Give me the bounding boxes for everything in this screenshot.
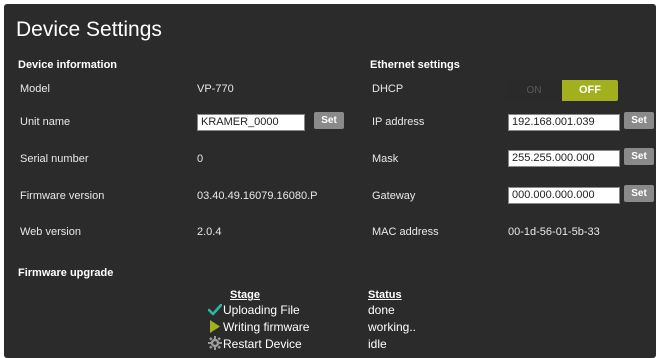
dhcp-toggle-off[interactable]: OFF <box>562 80 618 101</box>
status-column-header: Status <box>368 289 402 301</box>
mac-address-value: 00-1d-56-01-5b-33 <box>508 226 600 238</box>
mac-address-label: MAC address <box>372 226 439 238</box>
firmware-version-label: Firmware version <box>20 190 105 202</box>
model-value: VP-770 <box>197 83 234 95</box>
ip-address-set-button[interactable]: Set <box>624 112 654 129</box>
ip-address-label: IP address <box>372 116 425 128</box>
dhcp-toggle-on[interactable]: ON <box>506 80 562 101</box>
unit-name-input[interactable]: KRAMER_0000 <box>197 114 305 131</box>
check-icon <box>208 304 222 316</box>
device-info-heading: Device information <box>18 59 118 71</box>
mask-set-button[interactable]: Set <box>624 148 654 165</box>
ethernet-settings-heading: Ethernet settings <box>370 59 460 71</box>
unit-name-set-button[interactable]: Set <box>314 112 344 129</box>
serial-number-value: 0 <box>197 153 204 165</box>
stage-status: working.. <box>368 320 417 334</box>
mask-input[interactable]: 255.255.000.000 <box>508 150 620 167</box>
serial-number-label: Serial number <box>20 153 89 165</box>
gateway-label: Gateway <box>372 190 416 202</box>
stage-label: Restart Device <box>223 337 302 351</box>
dhcp-toggle[interactable]: ON OFF <box>506 80 618 101</box>
firmware-version-value: 03.40.49.16079.16080.P <box>197 190 318 202</box>
firmware-upgrade-heading: Firmware upgrade <box>18 267 114 279</box>
gateway-input[interactable]: 000.000.000.000 <box>508 187 620 204</box>
play-icon <box>210 320 220 333</box>
stage-column-header: Stage <box>230 289 260 301</box>
device-settings-panel: Device Settings Device information Model… <box>4 4 656 358</box>
web-version-label: Web version <box>20 226 81 238</box>
stage-status: idle <box>368 337 387 351</box>
page-title: Device Settings <box>16 18 162 41</box>
ip-address-input[interactable]: 192.168.001.039 <box>508 114 620 131</box>
mask-label: Mask <box>372 153 399 165</box>
stage-label: Uploading File <box>223 303 300 317</box>
gear-icon <box>208 336 222 350</box>
unit-name-label: Unit name <box>20 116 71 128</box>
gateway-set-button[interactable]: Set <box>624 185 654 202</box>
web-version-value: 2.0.4 <box>197 226 222 238</box>
stage-status: done <box>368 303 395 317</box>
dhcp-label: DHCP <box>372 83 404 95</box>
model-label: Model <box>20 83 50 95</box>
stage-label: Writing firmware <box>223 320 310 334</box>
